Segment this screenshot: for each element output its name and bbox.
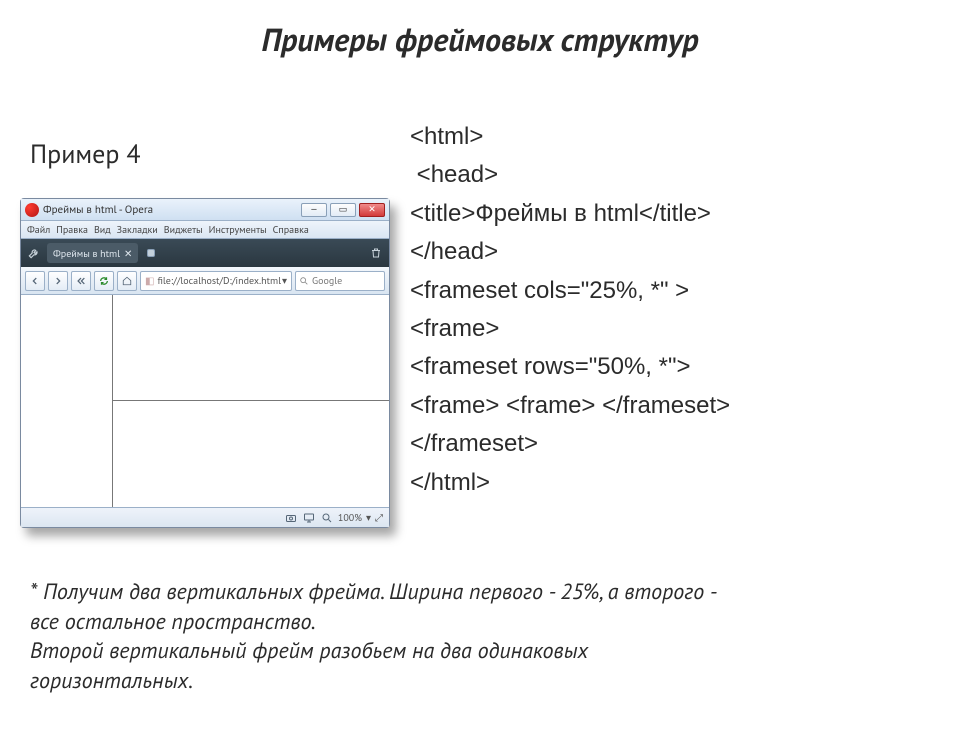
nav-reload-button[interactable] <box>94 271 114 291</box>
code-line: </frameset> <box>410 425 920 463</box>
frame-top-right <box>113 295 389 401</box>
nav-home-button[interactable] <box>117 271 137 291</box>
menu-edit[interactable]: Правка <box>56 223 88 236</box>
trash-icon[interactable] <box>367 244 385 262</box>
opera-app-icon <box>25 203 39 217</box>
code-line: <frameset rows="50%, *"> <box>410 348 920 386</box>
magnifier-icon <box>299 276 309 286</box>
addressbar: ◧ file://localhost/D:/index.html ▾ Googl… <box>21 267 389 295</box>
window-maximize-button[interactable]: ▭ <box>330 203 356 217</box>
statusbar: 100% ▾ ⤢ <box>21 507 389 527</box>
menu-file[interactable]: Файл <box>27 223 50 236</box>
frame-left <box>21 295 113 507</box>
code-line: <frame> <frame> </frameset> <box>410 387 920 425</box>
monitor-icon[interactable] <box>302 511 316 525</box>
search-box[interactable]: Google <box>295 271 385 291</box>
note-line: Второй вертикальный фрейм разобьем на дв… <box>30 637 920 667</box>
zoom-value: 100% <box>338 511 362 524</box>
expand-icon[interactable]: ⤢ <box>375 511 383 524</box>
code-line: </html> <box>410 464 920 502</box>
code-line: <head> <box>410 156 920 194</box>
frame-bottom-right <box>113 401 389 507</box>
search-placeholder: Google <box>312 274 342 287</box>
opera-window: Фреймы в html - Opera — ▭ ✕ Файл Правка … <box>20 198 390 528</box>
slide-notes: * Получим два вертикальных фрейма. Ширин… <box>30 578 920 697</box>
code-line: <frame> <box>410 310 920 348</box>
code-line: <title>Фреймы в html</title> <box>410 195 920 233</box>
browser-tab[interactable]: Фреймы в html ✕ <box>47 243 138 263</box>
window-title: Фреймы в html - Opera <box>43 203 301 217</box>
code-line: </head> <box>410 233 920 271</box>
page-icon: ◧ <box>145 274 154 287</box>
menu-tools[interactable]: Инструменты <box>209 223 267 236</box>
zoom-dropdown-icon[interactable]: ▾ <box>366 511 371 524</box>
code-line: <html> <box>410 118 920 156</box>
url-text: file://localhost/D:/index.html <box>157 274 281 287</box>
note-line: все остальное пространство. <box>30 608 920 638</box>
code-line: <frameset cols="25%, *" > <box>410 272 920 310</box>
page-viewport <box>21 295 389 507</box>
menu-bookmarks[interactable]: Закладки <box>117 223 158 236</box>
page-title: Примеры фреймовых структур <box>0 18 960 60</box>
tabstrip: Фреймы в html ✕ <box>21 239 389 267</box>
example-label: Пример 4 <box>30 138 141 171</box>
menubar: Файл Правка Вид Закладки Виджеты Инструм… <box>21 221 389 239</box>
nav-forward-button[interactable] <box>48 271 68 291</box>
menu-view[interactable]: Вид <box>94 223 111 236</box>
titlebar: Фреймы в html - Opera — ▭ ✕ <box>21 199 389 221</box>
nav-rewind-button[interactable] <box>71 271 91 291</box>
url-field[interactable]: ◧ file://localhost/D:/index.html ▾ <box>140 271 292 291</box>
window-close-button[interactable]: ✕ <box>359 203 385 217</box>
camera-icon[interactable] <box>284 511 298 525</box>
tab-label: Фреймы в html <box>53 247 120 260</box>
wrench-icon[interactable] <box>25 244 43 262</box>
zoom-magnifier-icon[interactable] <box>320 511 334 525</box>
window-minimize-button[interactable]: — <box>301 203 327 217</box>
note-line: * Получим два вертикальных фрейма. Ширин… <box>30 578 920 608</box>
new-tab-button[interactable] <box>142 244 160 262</box>
tab-close-icon[interactable]: ✕ <box>124 247 132 260</box>
note-line: горизонтальных. <box>30 667 920 697</box>
nav-back-button[interactable] <box>25 271 45 291</box>
code-listing: <html> <head> <title>Фреймы в html</titl… <box>410 118 920 502</box>
url-dropdown-icon[interactable]: ▾ <box>282 274 287 287</box>
menu-help[interactable]: Справка <box>273 223 309 236</box>
menu-widgets[interactable]: Виджеты <box>164 223 203 236</box>
